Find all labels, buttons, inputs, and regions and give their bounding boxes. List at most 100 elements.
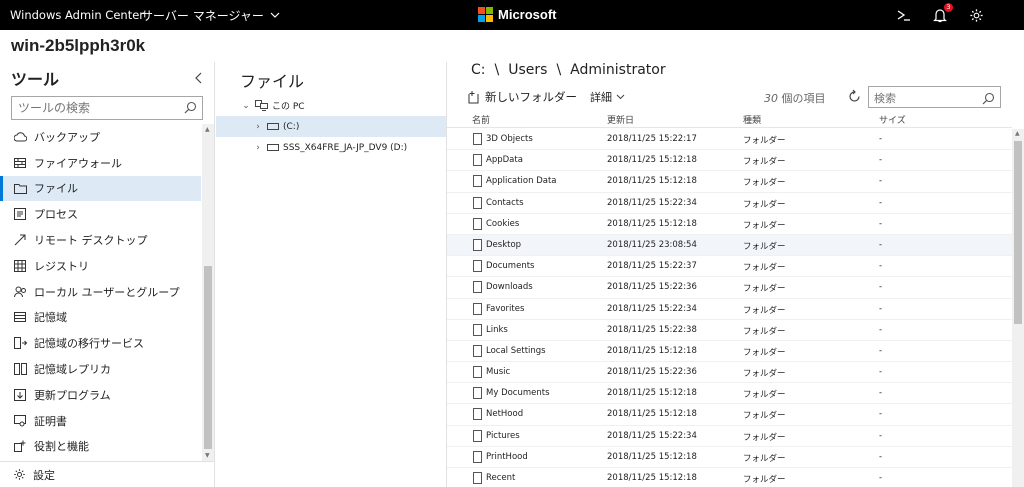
cell-size: - [879, 473, 883, 483]
file-search-box[interactable] [868, 86, 1001, 109]
scroll-up-arrow-icon[interactable]: ▲ [1015, 130, 1020, 137]
search-icon[interactable] [184, 101, 197, 117]
table-row[interactable]: NetHood 2018/11/25 15:12:18 フォルダー - [447, 404, 1012, 426]
server-manager-dropdown[interactable]: サーバー マネージャー [141, 7, 280, 24]
cell-size: - [879, 345, 883, 356]
breadcrumb-separator: \ [494, 62, 500, 78]
cell-type: フォルダー [743, 241, 786, 252]
drive-icon [267, 144, 279, 151]
cell-type: フォルダー [743, 369, 786, 380]
table-row[interactable]: Local Settings 2018/11/25 15:12:18 フォルダー - [447, 341, 1012, 363]
tools-scrollbar[interactable]: ▲ ▼ [202, 124, 214, 461]
app-title[interactable]: Windows Admin Center [10, 8, 144, 22]
cell-name: Cookies [486, 218, 520, 229]
table-row[interactable]: My Documents 2018/11/25 15:12:18 フォルダー - [447, 383, 1012, 405]
details-dropdown[interactable]: 詳細 [590, 89, 625, 105]
files-scrollbar[interactable]: ▲ [1012, 129, 1024, 487]
breadcrumb-drive[interactable]: C: [471, 62, 486, 78]
users-icon [13, 285, 27, 299]
table-row[interactable]: Cookies 2018/11/25 15:12:18 フォルダー - [447, 214, 1012, 235]
table-row[interactable]: Desktop 2018/11/25 23:08:54 フォルダー - [447, 234, 1012, 257]
tool-item-label: 更新プログラム [34, 388, 111, 402]
computer-icon [255, 100, 268, 111]
tree-item-drive-c[interactable]: › (C:) [216, 116, 446, 137]
tools-scrollbar-thumb[interactable] [204, 266, 212, 449]
cell-modified: 2018/11/25 15:12:18 [607, 155, 697, 166]
cell-size: - [879, 451, 883, 462]
cell-modified: 2018/11/25 15:12:18 [607, 388, 697, 399]
tool-item[interactable]: レジストリ [0, 253, 201, 279]
table-row[interactable]: Documents 2018/11/25 15:22:37 フォルダー - [447, 256, 1012, 278]
tool-item[interactable]: 証明書 [0, 408, 201, 434]
notifications-bell-icon[interactable]: 3 [931, 3, 953, 24]
chevron-down-icon[interactable]: ⌄ [241, 101, 251, 111]
cell-modified: 2018/11/25 15:22:36 [607, 367, 697, 378]
tools-search-box[interactable] [11, 96, 203, 120]
table-row[interactable]: Links 2018/11/25 15:22:38 フォルダー - [447, 320, 1012, 341]
tool-item[interactable]: ローカル ユーザーとグループ [0, 279, 201, 305]
table-row[interactable]: 3D Objects 2018/11/25 15:22:17 フォルダー - [447, 129, 1012, 151]
file-icon [473, 344, 482, 357]
scroll-up-arrow-icon[interactable]: ▲ [205, 126, 210, 133]
new-folder-button[interactable]: 新しいフォルダー [468, 89, 577, 105]
cell-type: フォルダー [743, 178, 786, 189]
table-row[interactable]: Contacts 2018/11/25 15:22:34 フォルダー - [447, 193, 1012, 214]
table-row[interactable]: Music 2018/11/25 15:22:36 フォルダー - [447, 362, 1012, 384]
files-scrollbar-thumb[interactable] [1014, 141, 1022, 324]
tool-item[interactable]: 記憶域の移行サービス [0, 330, 201, 356]
table-row[interactable]: Recent 2018/11/25 15:12:18 フォルダー - [447, 468, 1012, 487]
drive-icon [267, 123, 279, 130]
cell-name: Local Settings [486, 345, 546, 356]
cell-size: - [879, 303, 883, 314]
cell-type: フォルダー [743, 263, 786, 274]
backup-icon [13, 130, 27, 144]
breadcrumb-users[interactable]: Users [508, 62, 547, 78]
file-icon [473, 217, 482, 230]
server-name: win-2b5lpph3r0k [11, 36, 146, 55]
column-header-size[interactable]: サイズ [879, 113, 906, 126]
table-row[interactable]: Favorites 2018/11/25 15:22:34 フォルダー - [447, 299, 1012, 320]
tool-item[interactable]: ファイアウォール [0, 150, 201, 176]
gear-icon[interactable] [967, 6, 985, 24]
tools-search-input[interactable] [12, 97, 177, 119]
table-row[interactable]: PrintHood 2018/11/25 15:12:18 フォルダー - [447, 447, 1012, 468]
collapse-tools-button[interactable] [192, 70, 206, 84]
file-search-input[interactable] [869, 88, 977, 109]
powershell-icon[interactable] [895, 6, 913, 24]
tree-item-this-pc[interactable]: ⌄ この PC [216, 95, 446, 116]
chevron-right-icon[interactable]: › [253, 122, 263, 132]
chevron-right-icon[interactable]: › [253, 143, 263, 153]
tool-item[interactable]: 記憶域 [0, 305, 201, 331]
column-header-modified[interactable]: 更新日 [607, 113, 634, 126]
table-row[interactable]: Downloads 2018/11/25 15:22:36 フォルダー - [447, 277, 1012, 299]
settings-item[interactable]: 設定 [0, 461, 215, 487]
tool-item-label: ファイル [34, 182, 78, 196]
table-row[interactable]: Pictures 2018/11/25 15:22:34 フォルダー - [447, 426, 1012, 447]
cell-size: - [879, 324, 883, 335]
file-toolbar: 新しいフォルダー 詳細 30 個の項目 [447, 86, 1024, 110]
chevron-down-icon [270, 12, 280, 18]
search-icon[interactable] [982, 90, 995, 109]
tool-item[interactable]: プロセス [0, 201, 201, 227]
tool-item[interactable]: 更新プログラム [0, 382, 201, 408]
cell-type: フォルダー [743, 136, 786, 146]
cell-type: フォルダー [743, 157, 786, 168]
tool-item-label: ファイアウォール [34, 156, 122, 170]
tree-item-drive-d[interactable]: › SSS_X64FRE_JA-JP_DV9 (D:) [216, 137, 446, 158]
refresh-icon[interactable] [847, 89, 863, 105]
column-header-type[interactable]: 種類 [743, 113, 761, 126]
cell-modified: 2018/11/25 15:22:34 [607, 303, 697, 314]
tool-item[interactable]: バックアップ [0, 124, 201, 150]
scroll-down-arrow-icon[interactable]: ▼ [205, 452, 210, 459]
cell-name: 3D Objects [486, 134, 533, 144]
table-row[interactable]: AppData 2018/11/25 15:12:18 フォルダー - [447, 150, 1012, 172]
column-header-name[interactable]: 名前 [472, 113, 490, 126]
tool-item[interactable]: リモート デスクトップ [0, 227, 201, 253]
tool-item[interactable]: 役割と機能 [0, 434, 201, 459]
breadcrumb-administrator[interactable]: Administrator [570, 62, 665, 78]
tree-item-label: SSS_X64FRE_JA-JP_DV9 (D:) [283, 142, 408, 153]
cell-modified: 2018/11/25 15:12:18 [607, 345, 697, 356]
table-row[interactable]: Application Data 2018/11/25 15:12:18 フォルダー… [447, 171, 1012, 193]
tool-item[interactable]: 記憶域レプリカ [0, 356, 201, 382]
tool-item[interactable]: ファイル [0, 175, 201, 202]
